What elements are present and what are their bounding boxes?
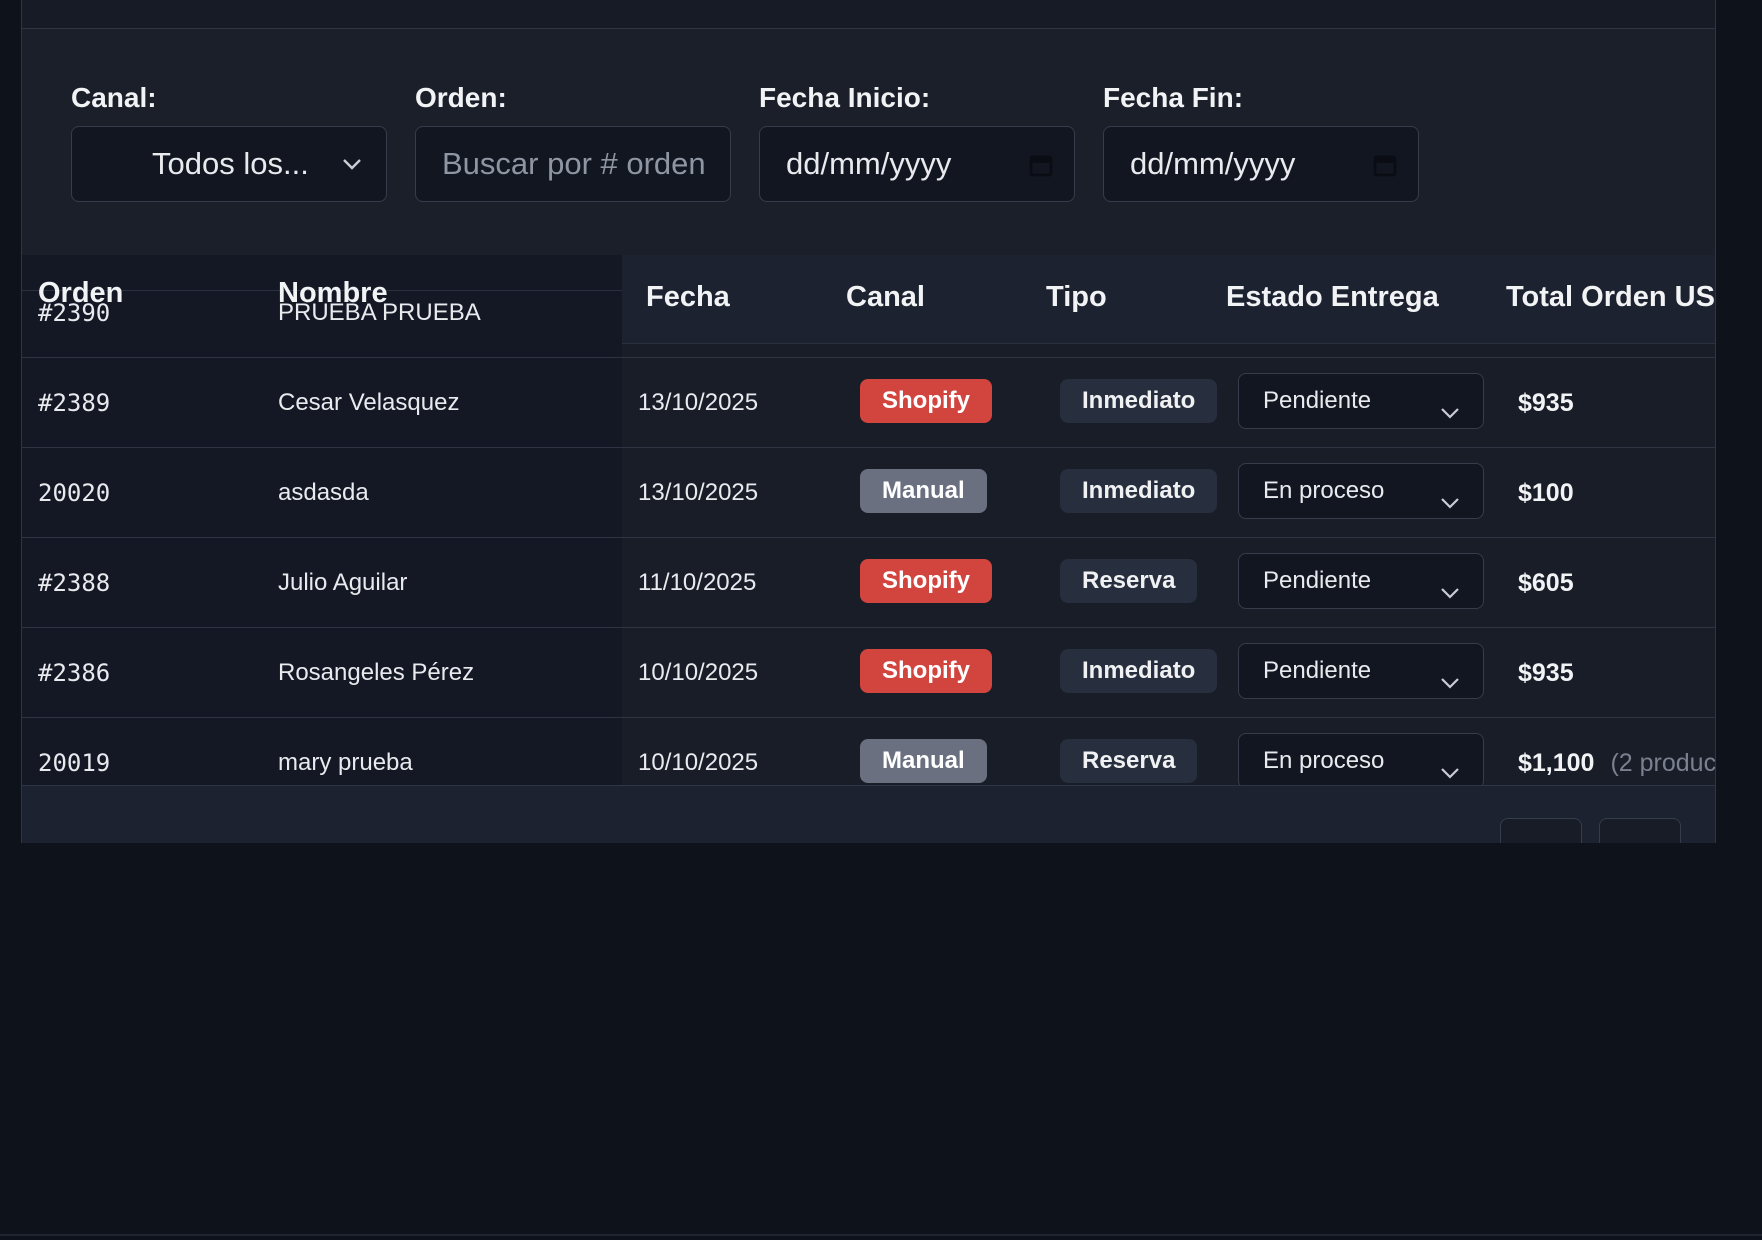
column-header-total[interactable]: Total Orden US	[1506, 281, 1715, 314]
chevron-down-icon	[1439, 750, 1461, 785]
order-date: 13/10/2025	[638, 479, 759, 506]
table-header: Fecha Canal Tipo Estado Entrega Total Or…	[622, 255, 1715, 344]
order-total-value: $935	[1518, 389, 1574, 417]
fecha-inicio-placeholder: dd/mm/yyyy	[786, 146, 952, 181]
customer-name: Cesar Velasquez	[278, 389, 460, 416]
order-date: 11/10/2025	[638, 569, 757, 596]
fecha-inicio-filter: Fecha Inicio:	[759, 81, 930, 115]
customer-name: Julio Aguilar	[278, 569, 408, 596]
order-number[interactable]: 20019	[38, 749, 110, 777]
tipo-badge: Inmediato	[1060, 649, 1218, 693]
filters-bar: Canal: Todos los... Orden: Buscar por # …	[22, 29, 1715, 255]
canal-label: Canal:	[71, 82, 157, 113]
orden-search-placeholder: Buscar por # orden	[442, 146, 706, 181]
tipo-badge: Reserva	[1060, 559, 1198, 603]
order-total: $935	[1518, 389, 1590, 418]
order-number[interactable]: #2386	[38, 659, 110, 687]
estado-entrega-value: En proceso	[1263, 477, 1385, 504]
table-row[interactable]: 20020 asdasda 13/10/2025 Manual Inmediato En …	[22, 447, 1715, 538]
estado-entrega-value: Pendiente	[1263, 567, 1372, 594]
estado-entrega-value: Pendiente	[1263, 657, 1372, 684]
chevron-down-icon	[1439, 570, 1461, 624]
orders-panel: Canal: Todos los... Orden: Buscar por # …	[21, 0, 1716, 843]
chevron-down-icon	[1439, 480, 1461, 534]
tipo-badge: Reserva	[1060, 739, 1198, 783]
order-total: $935	[1518, 659, 1590, 688]
orders-table: Orden Nombre Fecha Canal Tipo Estado Ent…	[22, 255, 1715, 785]
panel-top-bar	[22, 0, 1715, 29]
orden-search-input[interactable]: Buscar por # orden	[415, 126, 731, 202]
table-row[interactable]: #2386 Rosangeles Pérez 10/10/2025 Shopify In…	[22, 627, 1715, 718]
prev-page-button[interactable]	[1500, 818, 1582, 843]
column-header-fecha[interactable]: Fecha	[646, 281, 730, 314]
fecha-fin-filter: Fecha Fin:	[1103, 81, 1243, 115]
estado-entrega-select[interactable]: Pendiente	[1238, 643, 1484, 699]
fecha-inicio-input[interactable]: dd/mm/yyyy	[759, 126, 1075, 202]
calendar-icon[interactable]	[1014, 127, 1074, 201]
order-date: 10/10/2025	[638, 659, 759, 686]
fecha-fin-placeholder: dd/mm/yyyy	[1130, 146, 1296, 181]
table-row[interactable]: #2388 Julio Aguilar 11/10/2025 Shopify Reser…	[22, 537, 1715, 628]
order-total-note: (2 produc	[1610, 749, 1715, 777]
table-footer	[22, 785, 1715, 843]
next-page-button[interactable]	[1599, 818, 1681, 843]
order-number[interactable]: #2389	[38, 389, 110, 417]
calendar-icon[interactable]	[1358, 127, 1418, 201]
canal-filter: Canal:	[71, 81, 157, 115]
canal-badge: Shopify	[860, 559, 992, 603]
chevron-down-icon	[1439, 660, 1461, 714]
order-date: 10/10/2025	[638, 749, 759, 776]
orden-filter: Orden:	[415, 81, 507, 115]
chevron-down-icon	[326, 127, 386, 201]
canal-select-value: Todos los...	[152, 146, 309, 181]
table-row[interactable]: 20019 mary prueba 10/10/2025 Manual Reserva E…	[22, 717, 1715, 785]
estado-entrega-select[interactable]: En proceso	[1238, 733, 1484, 785]
canal-badge: Shopify	[860, 649, 992, 693]
chevron-down-icon	[1439, 390, 1461, 444]
customer-name: mary prueba	[278, 749, 413, 776]
tipo-badge: Inmediato	[1060, 379, 1218, 423]
column-header-orden[interactable]: Orden	[38, 277, 123, 310]
order-number[interactable]: #2388	[38, 569, 110, 597]
order-number[interactable]: 20020	[38, 479, 110, 507]
fecha-inicio-label: Fecha Inicio:	[759, 82, 931, 113]
estado-entrega-select[interactable]: Pendiente	[1238, 373, 1484, 429]
tipo-badge: Inmediato	[1060, 469, 1218, 513]
canal-badge: Manual	[860, 469, 987, 513]
estado-entrega-select[interactable]: Pendiente	[1238, 553, 1484, 609]
estado-entrega-value: Pendiente	[1263, 387, 1372, 414]
order-total: $1,100 (2 produc	[1518, 749, 1715, 778]
column-header-tipo[interactable]: Tipo	[1046, 281, 1107, 314]
order-total-value: $1,100	[1518, 749, 1595, 777]
customer-name: Rosangeles Pérez	[278, 659, 475, 686]
table-row[interactable]: #2389 Cesar Velasquez 13/10/2025 Shopify Inm…	[22, 357, 1715, 448]
order-date: 13/10/2025	[638, 389, 759, 416]
fecha-fin-label: Fecha Fin:	[1103, 82, 1244, 113]
canal-badge: Manual	[860, 739, 987, 783]
order-total: $100	[1518, 479, 1590, 508]
order-total-value: $605	[1518, 569, 1574, 597]
estado-entrega-select[interactable]: En proceso	[1238, 463, 1484, 519]
column-header-nombre[interactable]: Nombre	[278, 277, 388, 310]
orden-label: Orden:	[415, 82, 507, 113]
order-total-value: $935	[1518, 659, 1574, 687]
bottom-divider	[0, 1234, 1762, 1236]
fecha-fin-input[interactable]: dd/mm/yyyy	[1103, 126, 1419, 202]
canal-badge: Shopify	[860, 379, 992, 423]
column-header-canal[interactable]: Canal	[846, 281, 925, 314]
estado-entrega-value: En proceso	[1263, 747, 1385, 774]
canal-select[interactable]: Todos los...	[71, 126, 387, 202]
frozen-header: Orden Nombre	[22, 255, 622, 309]
customer-name: asdasda	[278, 479, 369, 506]
order-total: $605	[1518, 569, 1590, 598]
order-total-value: $100	[1518, 479, 1574, 507]
column-header-estado-entrega[interactable]: Estado Entrega	[1226, 281, 1439, 314]
